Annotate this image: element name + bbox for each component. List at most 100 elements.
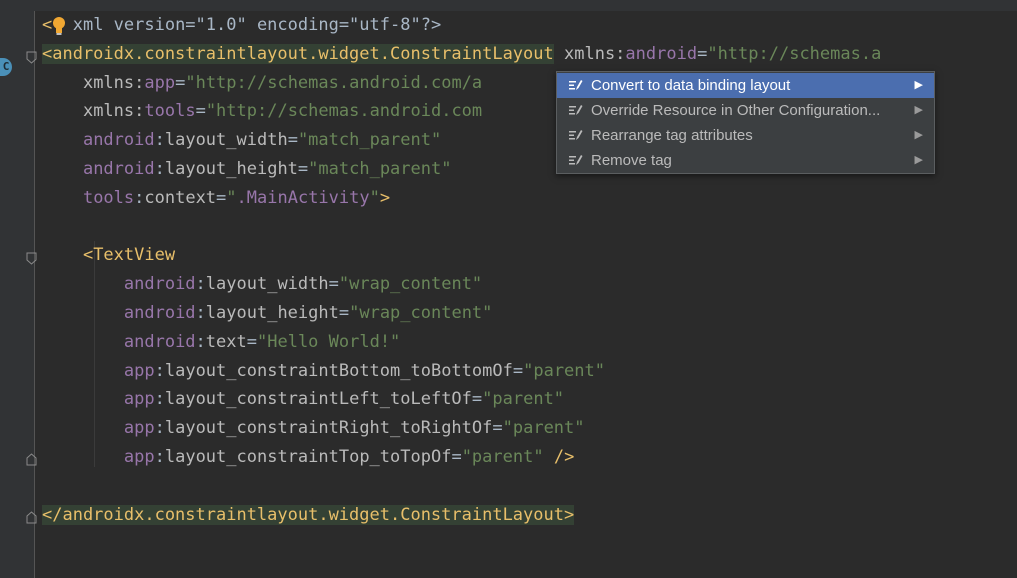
code-line[interactable]: app:layout_constraintTop_toTopOf="parent… — [42, 443, 1017, 472]
code-token: < — [42, 15, 53, 35]
code-token: : — [195, 331, 206, 352]
code-token: = — [451, 446, 462, 467]
code-token: xmlns: — [82, 101, 145, 122]
code-token: = — [216, 187, 227, 208]
code-token: <TextView — [82, 245, 176, 266]
edit-icon — [569, 130, 583, 140]
code-line[interactable]: tools:context=".MainActivity"> — [42, 184, 1017, 213]
code-token: "http://schemas.a — [707, 43, 882, 64]
intention-actions-popup[interactable]: Convert to data binding layout ▶ Override … — [556, 71, 935, 174]
code-line[interactable]: < xml version="1.0" encoding="utf-8"?> — [42, 11, 1017, 40]
code-token: <androidx.constraintlayout.widget.Constr… — [42, 43, 554, 64]
code-token: app — [123, 360, 155, 381]
intention-menu-item[interactable]: Override Resource in Other Configuration… — [557, 98, 934, 123]
code-token: layout_constraintBottom_toBottomOf — [164, 360, 513, 381]
edit-icon — [569, 80, 583, 90]
intention-menu-item-label: Override Resource in Other Configuration… — [591, 102, 881, 119]
edit-icon — [569, 105, 583, 115]
code-line[interactable]: <TextView — [42, 241, 1017, 270]
code-token: "wrap_content" — [338, 274, 483, 295]
code-token: = — [328, 274, 339, 295]
intention-actions-list: Convert to data binding layout ▶ Override … — [557, 73, 934, 173]
fold-end-marker-icon[interactable] — [26, 453, 37, 466]
code-token: tools — [144, 101, 196, 122]
code-token: layout_width — [205, 274, 329, 295]
code-token: " — [226, 187, 237, 208]
code-token: text — [205, 331, 247, 352]
code-line[interactable]: app:layout_constraintBottom_toBottomOf="… — [42, 357, 1017, 386]
code-token: "parent" — [502, 418, 585, 439]
code-token: layout_constraintLeft_toLeftOf — [164, 389, 472, 410]
code-token: "parent" — [482, 389, 565, 410]
code-token: "http://schemas.android.com — [205, 101, 483, 122]
code-token: app — [123, 418, 155, 439]
code-token: : — [154, 130, 165, 151]
code-editor[interactable]: C < xml version="1.0" encoding="utf-8"?>… — [0, 0, 1017, 578]
code-token: android — [123, 302, 196, 323]
code-token: layout_constraintRight_toRightOf — [164, 418, 493, 439]
code-token: : — [154, 389, 165, 410]
code-token: layout_height — [164, 158, 298, 179]
code-token: = — [175, 72, 186, 93]
code-token: " — [369, 187, 380, 208]
code-token: = — [471, 389, 483, 410]
class-marker-icon[interactable]: C — [0, 58, 12, 76]
code-token: layout_width — [164, 130, 288, 151]
code-token: "http://schemas.android.com/a — [185, 72, 483, 93]
fold-marker-icon[interactable] — [26, 252, 37, 265]
code-token: = — [195, 101, 206, 122]
code-token: layout_constraintTop_toTopOf — [164, 446, 452, 467]
code-token: /> — [553, 446, 575, 467]
code-token: : — [154, 360, 165, 381]
code-token: > — [379, 187, 391, 208]
lightbulb-icon[interactable] — [52, 16, 66, 36]
submenu-arrow-icon: ▶ — [914, 129, 923, 141]
code-line[interactable]: android:layout_height="wrap_content" — [42, 299, 1017, 328]
intention-menu-item[interactable]: Rearrange tag attributes ▶ — [557, 123, 934, 148]
code-token: = — [512, 360, 524, 381]
fold-end-marker-icon[interactable] — [26, 511, 37, 524]
intention-menu-item-label: Rearrange tag attributes — [591, 127, 753, 144]
code-token: "wrap_content" — [349, 302, 493, 323]
code-token: android — [82, 130, 155, 151]
code-line[interactable]: app:layout_constraintLeft_toLeftOf="pare… — [42, 385, 1017, 414]
code-token: app — [123, 446, 155, 467]
code-line[interactable]: </androidx.constraintlayout.widget.Const… — [42, 501, 1017, 530]
code-token: android — [123, 331, 196, 352]
code-line[interactable]: <androidx.constraintlayout.widget.Constr… — [42, 40, 1017, 69]
editor-top-border — [0, 0, 1017, 11]
code-line[interactable]: app:layout_constraintRight_toRightOf="pa… — [42, 414, 1017, 443]
code-token: android — [625, 43, 698, 64]
code-line[interactable]: android:layout_width="wrap_content" — [42, 270, 1017, 299]
submenu-arrow-icon: ▶ — [914, 79, 923, 91]
intention-menu-item-label: Remove tag — [591, 152, 672, 169]
code-token: app — [144, 72, 176, 93]
code-token: .MainActivity — [236, 187, 370, 208]
code-token: "match_parent" — [297, 130, 442, 151]
code-token: : — [154, 158, 165, 179]
code-token: = — [697, 43, 708, 64]
edit-icon — [569, 155, 583, 165]
code-token: "parent" — [523, 360, 605, 381]
code-line[interactable] — [42, 472, 1017, 501]
code-line[interactable] — [42, 213, 1017, 242]
intention-menu-item[interactable]: Remove tag ▶ — [557, 148, 934, 173]
code-token: android — [82, 158, 155, 179]
fold-marker-icon[interactable] — [26, 51, 37, 64]
intention-menu-item[interactable]: Convert to data binding layout ▶ — [557, 73, 934, 98]
code-line[interactable]: android:text="Hello World!" — [42, 328, 1017, 357]
